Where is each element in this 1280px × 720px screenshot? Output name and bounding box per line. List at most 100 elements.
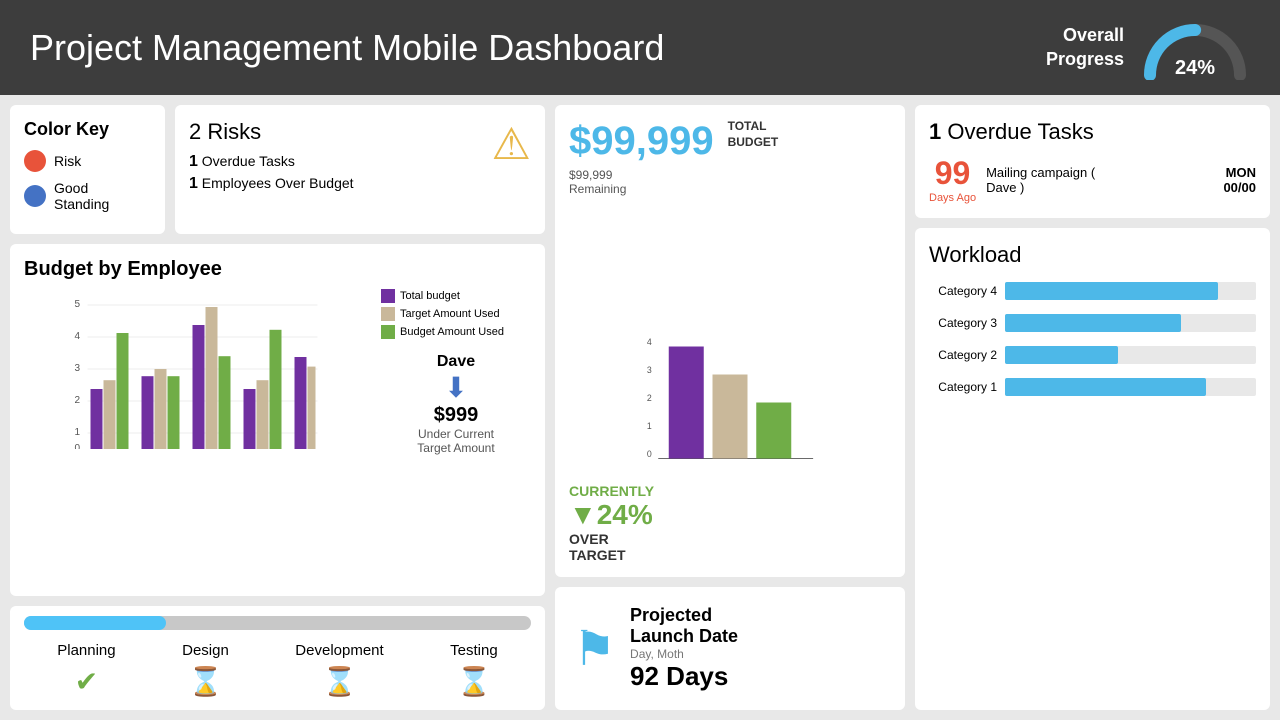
workload-bar-cat2-fill (1005, 346, 1118, 364)
workload-card: Workload Category 4 Category 3 Category … (915, 228, 1270, 710)
workload-row-cat1: Category 1 (929, 378, 1256, 396)
color-key-good: GoodStanding (24, 180, 151, 212)
phase-design-icon: ⌛ (182, 665, 229, 698)
budget-by-employee-card: Budget by Employee 5 4 3 2 1 0 (10, 244, 545, 596)
risk-label: Risk (54, 153, 81, 169)
workload-row-cat3: Category 3 (929, 314, 1256, 332)
workload-label-cat1: Category 1 (929, 380, 997, 394)
currently-label: CURRENTLY (569, 483, 891, 499)
overall-progress: OverallProgress 24% (1046, 15, 1250, 80)
workload-bar-cat1 (1005, 378, 1256, 396)
risk-item-1: 1 Employees Over Budget (189, 175, 531, 193)
workload-label-cat3: Category 3 (929, 316, 997, 330)
dave-label: Under CurrentTarget Amount (387, 427, 525, 455)
overdue-days: 99 Days Ago (929, 155, 976, 204)
overdue-desc: Mailing campaign (Dave ) (986, 165, 1213, 195)
legend-total: Total budget (381, 289, 531, 303)
workload-bar-cat4 (1005, 282, 1256, 300)
workload-bar-cat4-fill (1005, 282, 1218, 300)
budget-amount: $99,999 (569, 119, 714, 164)
svg-text:0: 0 (75, 443, 81, 449)
phase-design-label: Design (182, 642, 229, 659)
phase-planning-icon: ✔ (57, 665, 115, 698)
dave-amount: $999 (387, 404, 525, 427)
launch-days: 92 Days (630, 661, 738, 692)
phase-testing-label: Testing (450, 642, 498, 659)
workload-label-cat2: Category 2 (929, 348, 997, 362)
remaining-label: $99,999Remaining (569, 168, 891, 196)
risks-title: 2 Risks (189, 119, 531, 145)
svg-text:1: 1 (647, 421, 652, 431)
phase-testing-icon: ⌛ (450, 665, 498, 698)
phase-planning: Planning ✔ (57, 642, 115, 698)
svg-text:2: 2 (647, 393, 652, 403)
workload-title: Workload (929, 242, 1256, 268)
svg-text:3: 3 (647, 365, 652, 375)
dave-arrow: ⬇ (387, 371, 525, 404)
phase-planning-label: Planning (57, 642, 115, 659)
legend-used: Budget Amount Used (381, 325, 531, 339)
color-key-title: Color Key (24, 119, 151, 140)
warning-icon: ⚠ (492, 119, 531, 170)
workload-bar-cat3-fill (1005, 314, 1181, 332)
legend-box-purple (381, 289, 395, 303)
top-cards: Color Key Risk GoodStanding 2 Risks ⚠ 1 … (10, 105, 545, 234)
svg-text:5: 5 (75, 299, 81, 310)
currently-pct: ▼24% (569, 499, 891, 531)
risks-card: 2 Risks ⚠ 1 Overdue Tasks 1 Employees Ov… (175, 105, 545, 234)
over-target-label: OVERTARGET (569, 531, 891, 563)
launch-card: ⚑ ProjectedLaunch Date Day, Moth 92 Days (555, 587, 905, 710)
progress-label: OverallProgress (1046, 24, 1124, 71)
left-column: Color Key Risk GoodStanding 2 Risks ⚠ 1 … (10, 105, 545, 710)
gauge-percent: 24% (1175, 57, 1215, 80)
good-dot (24, 185, 46, 207)
progress-bar-fill (24, 616, 166, 630)
middle-column: $99,999 TOTALBUDGET $99,999Remaining 4 3… (555, 105, 905, 710)
svg-text:0: 0 (647, 449, 652, 459)
launch-title: ProjectedLaunch Date (630, 605, 738, 647)
phase-design: Design ⌛ (182, 642, 229, 698)
overdue-date: MON00/00 (1223, 165, 1256, 195)
svg-text:4: 4 (75, 331, 81, 342)
phase-development-label: Development (295, 642, 383, 659)
legend-target: Target Amount Used (381, 307, 531, 321)
workload-bars: Category 4 Category 3 Category 2 (929, 282, 1256, 396)
budget-chart-title: Budget by Employee (24, 258, 531, 281)
main-content: Color Key Risk GoodStanding 2 Risks ⚠ 1 … (0, 95, 1280, 720)
legend-box-tan (381, 307, 395, 321)
risks-count: 2 (189, 119, 201, 144)
launch-flag-icon: ⚑ (573, 621, 616, 677)
risk-item-0: 1 Overdue Tasks (189, 153, 531, 171)
risk-dot (24, 150, 46, 172)
phases-card: Planning ✔ Design ⌛ Development ⌛ Testin… (10, 606, 545, 710)
budget-mini-chart: 4 3 2 1 0 (569, 329, 891, 469)
phase-development-icon: ⌛ (295, 665, 383, 698)
total-budget-label: TOTALBUDGET (728, 119, 779, 150)
workload-label-cat4: Category 4 (929, 284, 997, 298)
overdue-num: 99 (929, 155, 976, 192)
overdue-item: 99 Days Ago Mailing campaign (Dave ) MON… (929, 155, 1256, 204)
good-label: GoodStanding (54, 180, 109, 212)
overdue-ago: Days Ago (929, 192, 976, 204)
budget-bar-chart: 5 4 3 2 1 0 (24, 289, 361, 449)
gauge: 24% (1140, 15, 1250, 80)
overdue-title: 1 Overdue Tasks (929, 119, 1256, 145)
header: Project Management Mobile Dashboard Over… (0, 0, 1280, 95)
workload-row-cat2: Category 2 (929, 346, 1256, 364)
phase-items: Planning ✔ Design ⌛ Development ⌛ Testin… (24, 642, 531, 698)
svg-text:2: 2 (75, 395, 81, 406)
phase-testing: Testing ⌛ (450, 642, 498, 698)
legend-box-green (381, 325, 395, 339)
page-title: Project Management Mobile Dashboard (30, 27, 664, 69)
workload-bar-cat1-fill (1005, 378, 1206, 396)
svg-text:3: 3 (75, 363, 81, 374)
svg-text:1: 1 (75, 427, 81, 438)
right-column: 1 Overdue Tasks 99 Days Ago Mailing camp… (915, 105, 1270, 710)
workload-bar-cat2 (1005, 346, 1256, 364)
phase-development: Development ⌛ (295, 642, 383, 698)
color-key-risk: Risk (24, 150, 151, 172)
budget-summary-card: $99,999 TOTALBUDGET $99,999Remaining 4 3… (555, 105, 905, 577)
color-key-card: Color Key Risk GoodStanding (10, 105, 165, 234)
dave-name: Dave (387, 353, 525, 371)
svg-text:4: 4 (647, 337, 652, 347)
